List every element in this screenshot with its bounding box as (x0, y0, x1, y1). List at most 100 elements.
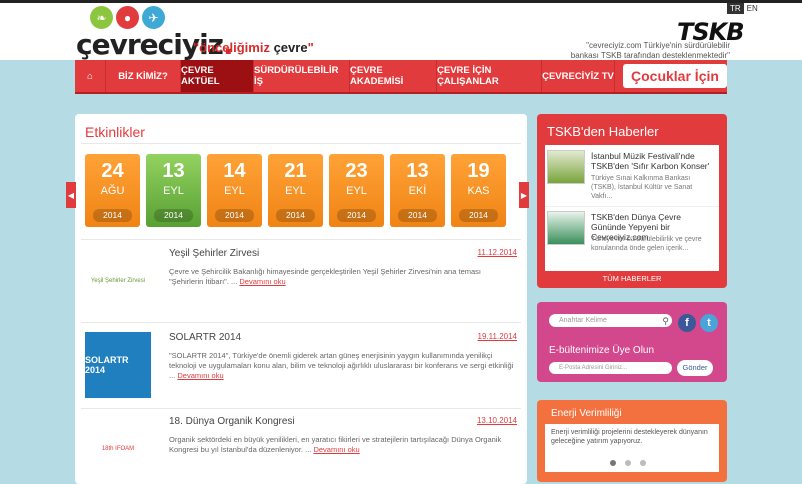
animal-icon: ● (116, 6, 139, 29)
carousel-prev-arrow[interactable]: ◀ (66, 182, 76, 208)
date-card[interactable]: 13 EKİ 2014 (390, 154, 445, 227)
energy-title: Enerji Verimliliği (551, 408, 622, 419)
event-image[interactable]: SOLARTR 2014 (85, 332, 151, 398)
event-item: 18th IFOAM 18. Dünya Organik Kongresi 13… (85, 416, 517, 482)
slider-dot[interactable] (610, 460, 616, 466)
plane-icon: ✈ (142, 6, 165, 29)
news-item[interactable]: TSKB'den Dünya Çevre Gününde Yepyeni bir… (545, 208, 719, 266)
read-more-link[interactable]: Devamını oku (239, 277, 285, 286)
event-title[interactable]: 18. Dünya Organik Kongresi (169, 416, 295, 427)
date-month: EYL (285, 185, 306, 197)
date-day: 14 (223, 160, 246, 182)
divider (81, 143, 521, 144)
read-more-link[interactable]: Devamını oku (313, 445, 359, 454)
language-switch: TR EN (727, 3, 761, 14)
image-caption: Yeşil Şehirler Zirvesi (90, 278, 146, 284)
date-card[interactable]: 14 EYL 2014 (207, 154, 262, 227)
nav-item-biz-kimiz[interactable]: BİZ KİMİZ? (106, 60, 181, 92)
date-card[interactable]: 19 KAS 2014 (451, 154, 506, 227)
news-title[interactable]: İstanbul Müzik Festivali'nde TSKB'den 'S… (591, 151, 715, 171)
divider (81, 239, 521, 240)
date-card[interactable]: 13 EYL 2014 (146, 154, 201, 227)
facebook-icon[interactable]: f (678, 314, 696, 332)
slider-dots (610, 460, 646, 466)
event-title[interactable]: SOLARTR 2014 (169, 332, 241, 343)
nav-item-cevre-aktuel[interactable]: ÇEVRE AKTÜEL (181, 60, 254, 92)
energy-content: Enerji verimliliği projelerini destekley… (545, 424, 719, 472)
slogan: "önceliğimiz çevre" (193, 40, 314, 55)
carousel-next-arrow[interactable]: ▶ (519, 182, 529, 208)
divider (81, 408, 521, 409)
news-desc: Türkiye'nin sürdürülebilirlik ve çevre k… (591, 236, 702, 252)
event-date[interactable]: 19.11.2014 (478, 332, 517, 341)
nav-item-cevre-icin-calisanlar[interactable]: ÇEVRE İÇİN ÇALIŞANLAR (437, 60, 542, 92)
date-year: 2014 (154, 209, 193, 222)
events-title: Etkinlikler (85, 124, 145, 140)
read-more-link[interactable]: Devamını oku (177, 371, 223, 380)
date-month: AĞU (100, 185, 125, 197)
home-icon[interactable]: ⌂ (75, 60, 106, 92)
lang-tr[interactable]: TR (727, 3, 744, 14)
date-month: KAS (467, 185, 490, 197)
image-caption: 18th IFOAM (101, 446, 135, 452)
date-card[interactable]: 21 EYL 2014 (268, 154, 323, 227)
news-image[interactable] (547, 211, 585, 245)
all-news-link[interactable]: TÜM HABERLER (537, 274, 727, 283)
event-title[interactable]: Yeşil Şehirler Zirvesi (169, 248, 259, 259)
date-year: 2014 (276, 209, 315, 222)
nav-item-surdurulebilir-is[interactable]: SÜRDÜRÜLEBİLİR İŞ (254, 60, 350, 92)
event-image[interactable]: Yeşil Şehirler Zirvesi (85, 248, 151, 314)
news-image[interactable] (547, 150, 585, 184)
event-description: Organik sektördeki en büyük yenilikleri,… (169, 435, 502, 454)
news-item[interactable]: İstanbul Müzik Festivali'nde TSKB'den 'S… (545, 147, 719, 205)
date-day: 23 (345, 160, 368, 182)
events-panel: Etkinlikler 24 AĞU 2014 13 EYL 2014 14 EYL 201… (75, 114, 527, 484)
date-day: 19 (467, 160, 490, 182)
date-year: 2014 (459, 209, 498, 222)
news-list: İstanbul Müzik Festivali'nde TSKB'den 'S… (545, 145, 719, 271)
date-year: 2014 (93, 209, 132, 222)
leaf-icon: ❧ (90, 6, 113, 29)
energy-box: Enerji Verimliliği Enerji verimliliği pr… (537, 400, 727, 482)
event-date[interactable]: 13.10.2014 (477, 416, 517, 425)
event-description: Çevre ve Şehircilik Bakanlığı himayesind… (169, 267, 481, 286)
date-year: 2014 (398, 209, 437, 222)
lang-en[interactable]: EN (744, 3, 761, 14)
search-input[interactable]: Anahtar Kelime ⚲ (549, 314, 672, 327)
event-date[interactable]: 11.12.2014 (478, 248, 517, 257)
send-button[interactable]: Gönder (677, 360, 713, 376)
date-month: EYL (163, 185, 184, 197)
tskb-news-box: TSKB'den Haberler İstanbul Müzik Festiva… (537, 114, 727, 288)
divider (81, 322, 521, 323)
logo-icons: ❧ ● ✈ (90, 6, 165, 29)
email-field[interactable]: E-Posta Adresini Giriniz... (549, 362, 672, 374)
slider-dot[interactable] (640, 460, 646, 466)
date-day: 13 (406, 160, 429, 182)
twitter-icon[interactable]: t (700, 314, 718, 332)
tskb-news-title: TSKB'den Haberler (547, 124, 659, 139)
date-month: EYL (224, 185, 245, 197)
news-desc: Türkiye Sınai Kalkınma Bankası (TSKB), İ… (591, 175, 693, 200)
site-logo[interactable]: ❧ ● ✈ çevreciyiz. (76, 6, 234, 64)
nav-item-cevreciyiz-tv[interactable]: ÇEVRECİYİZ TV (542, 60, 615, 92)
slider-dot[interactable] (625, 460, 631, 466)
kids-button[interactable]: Çocuklar İçin (623, 64, 727, 88)
main-nav: ⌂ BİZ KİMİZ? ÇEVRE AKTÜEL SÜRDÜRÜLEBİLİR… (75, 60, 727, 94)
date-month: EYL (346, 185, 367, 197)
energy-desc: Enerji verimliliği projelerini destekley… (551, 429, 708, 445)
nav-item-cevre-akademisi[interactable]: ÇEVRE AKADEMİSİ (350, 60, 437, 92)
event-image[interactable]: 18th IFOAM (85, 416, 151, 482)
tskb-note: "cevreciyiz.com Türkiye'nin sürdürülebil… (570, 41, 730, 60)
date-year: 2014 (337, 209, 376, 222)
date-month: EKİ (408, 185, 427, 197)
date-card[interactable]: 23 EYL 2014 (329, 154, 384, 227)
search-icon[interactable]: ⚲ (662, 315, 669, 328)
date-card[interactable]: 24 AĞU 2014 (85, 154, 140, 227)
image-caption: SOLARTR 2014 (85, 355, 129, 375)
date-day: 24 (101, 160, 124, 182)
date-year: 2014 (215, 209, 254, 222)
date-carousel: 24 AĞU 2014 13 EYL 2014 14 EYL 2014 21 EYL 2014 … (85, 154, 525, 227)
divider (545, 206, 719, 207)
event-item: SOLARTR 2014 SOLARTR 2014 19.11.2014 "SO… (85, 332, 517, 398)
newsletter-title: E-bültenimize Üye Olun (549, 345, 655, 356)
